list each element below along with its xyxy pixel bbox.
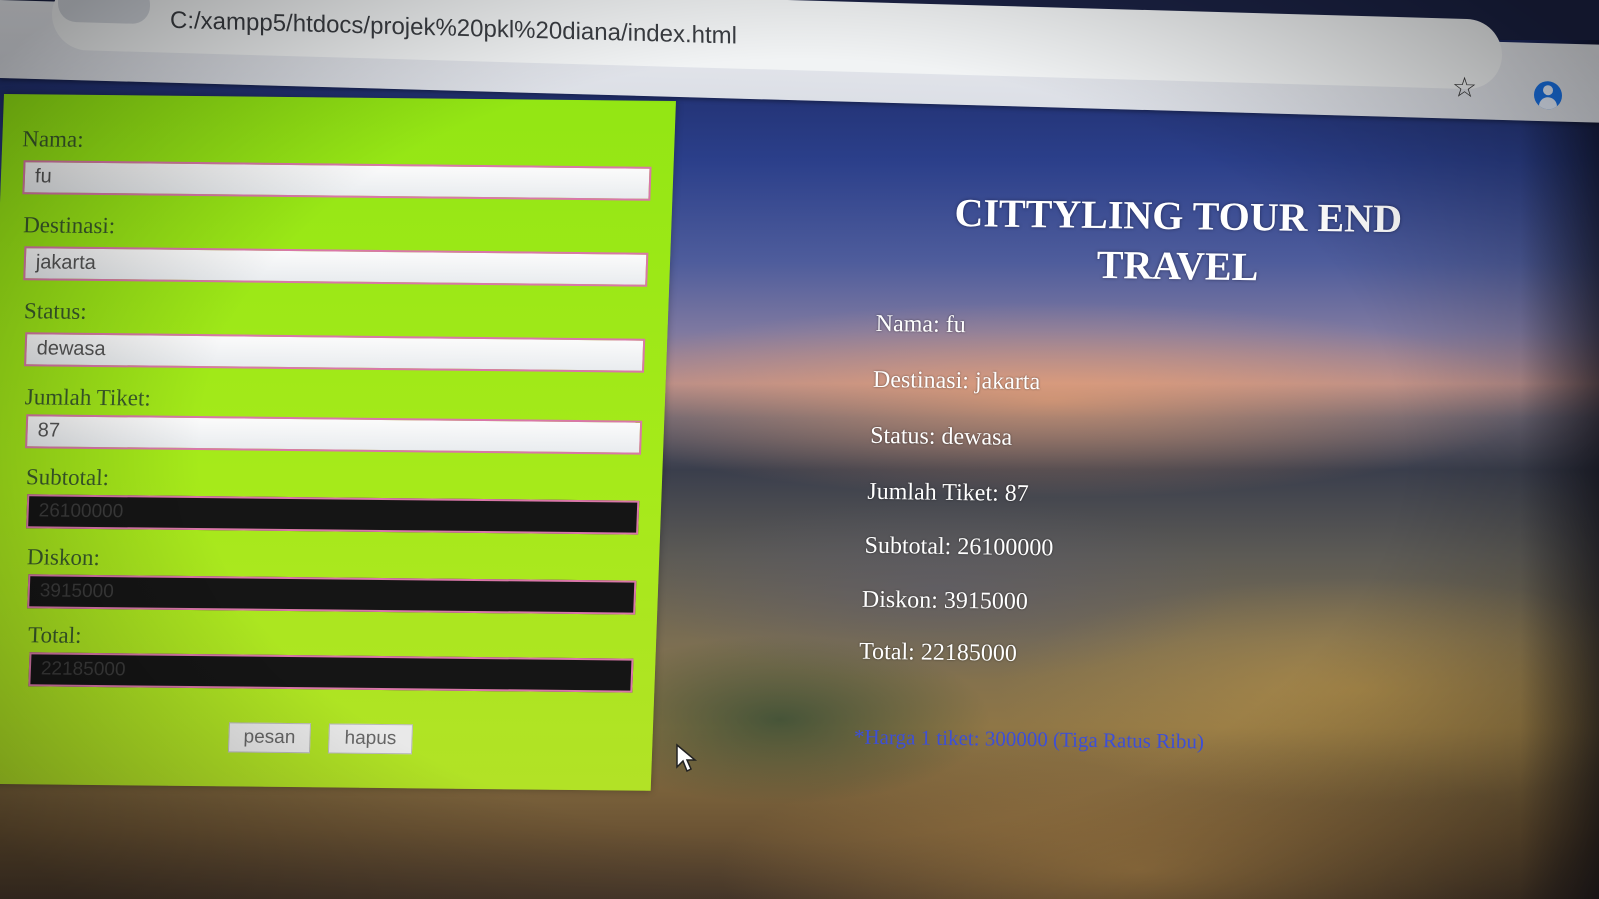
summary-status: Status: dewasa [869, 422, 1013, 451]
star-icon[interactable]: ☆ [1452, 71, 1477, 105]
booking-summary: CITTYLING TOUR END TRAVEL Nama: fu Desti… [0, 0, 1599, 899]
browser-window: C:/xampp5/htdocs/projek%20pkl%20diana/in… [0, 0, 1599, 899]
summary-total: Total: 22185000 [858, 638, 1017, 667]
summary-destinasi: Destinasi: jakarta [872, 366, 1041, 396]
summary-subtotal: Subtotal: 26100000 [864, 532, 1054, 562]
mouse-cursor-icon [676, 743, 698, 773]
summary-nama: Nama: fu [875, 310, 966, 339]
summary-diskon: Diskon: 3915000 [861, 586, 1029, 616]
account-icon[interactable] [1534, 80, 1562, 110]
summary-jumlah-tiket: Jumlah Tiket: 87 [867, 478, 1029, 508]
site-title: CITTYLING TOUR END TRAVEL [954, 189, 1403, 290]
price-note: *Harga 1 tiket: 300000 (Tiga Ratus Ribu) [853, 724, 1205, 754]
site-info-button[interactable] [58, 0, 150, 25]
